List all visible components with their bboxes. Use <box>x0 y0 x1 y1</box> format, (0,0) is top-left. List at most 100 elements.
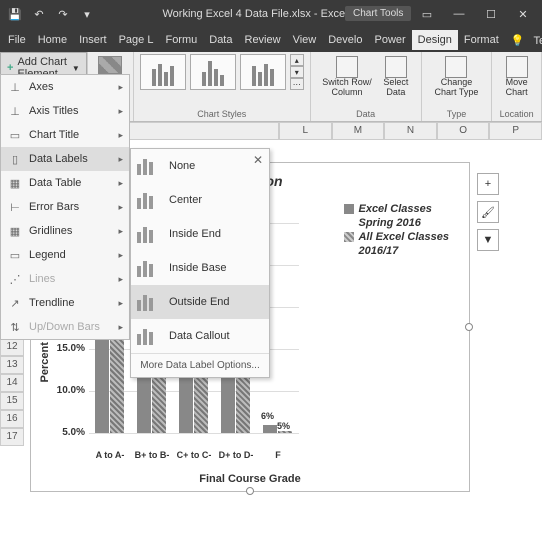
col-header[interactable]: P <box>489 122 542 140</box>
tab-home[interactable]: Home <box>32 30 73 50</box>
qat-dropdown-icon[interactable]: ▾ <box>76 3 98 25</box>
menu-error-bars[interactable]: ⊢Error Bars▸ <box>1 195 129 219</box>
row-header[interactable]: 12 <box>0 338 24 356</box>
type-group-label: Type <box>428 109 486 119</box>
axes-icon: ⊥ <box>7 79 23 95</box>
tab-view[interactable]: View <box>287 30 323 50</box>
error-bars-icon: ⊢ <box>7 199 23 215</box>
minimize-icon[interactable]: — <box>444 3 474 25</box>
bar[interactable] <box>263 425 277 433</box>
chart-style-thumb[interactable] <box>190 54 236 90</box>
data-labels-submenu: ✕ None Center Inside End Inside Base Out… <box>130 148 270 378</box>
menu-axis-titles[interactable]: ⊥Axis Titles▸ <box>1 99 129 123</box>
submenu-close-icon[interactable]: ✕ <box>253 153 263 167</box>
x-category-label: F <box>259 451 297 461</box>
data-labels-center[interactable]: Center <box>131 183 269 217</box>
tab-power[interactable]: Power <box>368 30 411 50</box>
tab-data[interactable]: Data <box>203 30 238 50</box>
select-data-button[interactable]: Select Data <box>377 54 414 100</box>
quick-access-toolbar: 💾 ↶ ↷ ▾ <box>4 3 98 25</box>
legend-swatch-1 <box>344 204 354 214</box>
menu-trendline[interactable]: ↗Trendline▸ <box>1 291 129 315</box>
tab-format[interactable]: Format <box>458 30 505 50</box>
data-labels-none[interactable]: None <box>131 149 269 183</box>
gridlines-icon: ▦ <box>7 223 23 239</box>
menu-gridlines[interactable]: ▦Gridlines▸ <box>1 219 129 243</box>
chart-styles-brush-icon[interactable]: 🖌 <box>477 201 499 223</box>
tell-me[interactable]: 💡 Tell me <box>505 30 542 51</box>
tab-insert[interactable]: Insert <box>73 30 113 50</box>
chart-filter-icon[interactable]: ▼ <box>477 229 499 251</box>
data-labels-outside-end[interactable]: Outside End <box>131 285 269 319</box>
data-labels-inside-base[interactable]: Inside Base <box>131 251 269 285</box>
resize-handle[interactable] <box>465 323 473 331</box>
lines-icon: ⋰ <box>7 271 23 287</box>
bar[interactable] <box>278 431 292 433</box>
col-header[interactable]: L <box>279 122 332 140</box>
menu-updown-bars: ⇅Up/Down Bars▸ <box>1 315 129 339</box>
colors-icon <box>98 56 122 74</box>
data-label[interactable]: 6% <box>261 411 274 421</box>
gallery-up-icon[interactable]: ▴ <box>290 54 304 66</box>
trendline-icon: ↗ <box>7 295 23 311</box>
col-header[interactable]: M <box>332 122 385 140</box>
switch-row-column-button[interactable]: Switch Row/ Column <box>317 54 377 100</box>
tab-file[interactable]: File <box>2 30 32 50</box>
plus-icon: + <box>7 62 13 74</box>
chart-style-thumb[interactable] <box>240 54 286 90</box>
tab-design[interactable]: Design <box>412 30 458 50</box>
gallery-more-icon[interactable]: ⋯ <box>290 78 304 90</box>
chart-styles-gallery[interactable]: ▴ ▾ ⋯ <box>140 54 304 90</box>
menu-axes[interactable]: ⊥Axes▸ <box>1 75 129 99</box>
col-header[interactable]: N <box>384 122 437 140</box>
menu-legend[interactable]: ▭Legend▸ <box>1 243 129 267</box>
menu-lines: ⋰Lines▸ <box>1 267 129 291</box>
chart-style-thumb[interactable] <box>140 54 186 90</box>
more-data-label-options[interactable]: More Data Label Options... <box>131 353 269 377</box>
switch-icon <box>336 56 358 78</box>
chart-type-icon <box>445 56 467 78</box>
chart-legend[interactable]: Excel Classes Spring 2016 All Excel Clas… <box>344 203 449 259</box>
data-labels-inside-end[interactable]: Inside End <box>131 217 269 251</box>
row-header[interactable]: 14 <box>0 374 24 392</box>
tab-developer[interactable]: Develo <box>322 30 368 50</box>
data-labels-icon: ▯ <box>7 151 23 167</box>
updown-bars-icon: ⇅ <box>7 319 23 335</box>
row-header[interactable]: 13 <box>0 356 24 374</box>
change-chart-type-button[interactable]: Change Chart Type <box>428 54 486 100</box>
resize-handle[interactable] <box>246 487 254 495</box>
data-table-icon: ▦ <box>7 175 23 191</box>
save-icon[interactable]: 💾 <box>4 3 26 25</box>
row-header[interactable]: 17 <box>0 428 24 446</box>
legend-swatch-2 <box>344 232 354 242</box>
menu-chart-title[interactable]: ▭Chart Title▸ <box>1 123 129 147</box>
ribbon-tabs: File Home Insert Page L Formu Data Revie… <box>0 28 542 52</box>
x-category-label: A to A- <box>91 451 129 461</box>
x-category-label: C+ to C- <box>175 451 213 461</box>
undo-icon[interactable]: ↶ <box>28 3 50 25</box>
maximize-icon[interactable]: ☐ <box>476 3 506 25</box>
col-header[interactable]: O <box>437 122 490 140</box>
chart-element-menu: ⊥Axes▸ ⊥Axis Titles▸ ▭Chart Title▸ ▯Data… <box>0 74 130 340</box>
data-label[interactable]: 5% <box>277 421 290 431</box>
x-category-label: B+ to B- <box>133 451 171 461</box>
tab-page-layout[interactable]: Page L <box>113 30 160 50</box>
gallery-down-icon[interactable]: ▾ <box>290 66 304 78</box>
chart-elements-plus-icon[interactable]: + <box>477 173 499 195</box>
bar[interactable] <box>221 374 235 433</box>
title-bar: 💾 ↶ ↷ ▾ Working Excel 4 Data File.xlsx -… <box>0 0 542 28</box>
tab-formulas[interactable]: Formu <box>159 30 203 50</box>
menu-data-table[interactable]: ▦Data Table▸ <box>1 171 129 195</box>
location-group-label: Location <box>498 109 535 119</box>
move-chart-button[interactable]: Move Chart <box>498 54 535 100</box>
tab-review[interactable]: Review <box>239 30 287 50</box>
row-header[interactable]: 16 <box>0 410 24 428</box>
x-axis-title[interactable]: Final Course Grade <box>31 473 469 485</box>
axis-titles-icon: ⊥ <box>7 103 23 119</box>
data-labels-data-callout[interactable]: Data Callout <box>131 319 269 353</box>
menu-data-labels[interactable]: ▯Data Labels▸ <box>1 147 129 171</box>
ribbon-options-icon[interactable]: ▭ <box>412 3 442 25</box>
close-icon[interactable]: ✕ <box>508 3 538 25</box>
redo-icon[interactable]: ↷ <box>52 3 74 25</box>
row-header[interactable]: 15 <box>0 392 24 410</box>
